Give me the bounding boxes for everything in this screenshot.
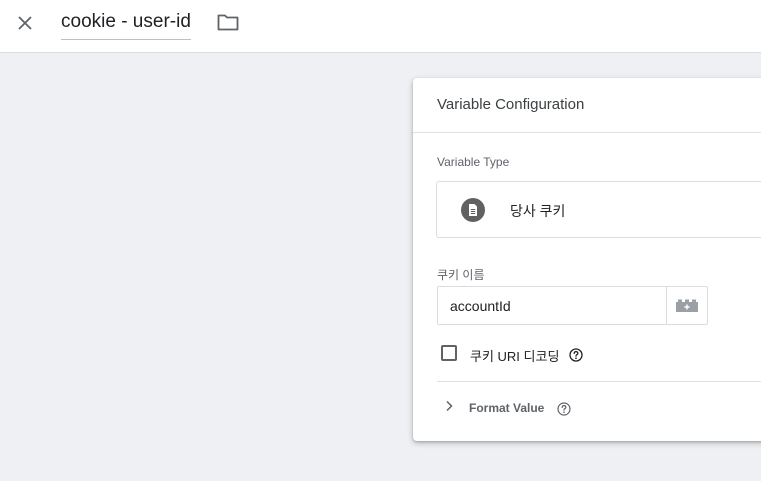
close-button[interactable] — [10, 8, 40, 38]
cookie-name-label: 쿠키 이름 — [437, 268, 485, 282]
variable-picker-button[interactable] — [666, 286, 708, 325]
variable-configuration-panel: Variable Configuration Variable Type 당사 … — [413, 78, 761, 441]
folder-button[interactable] — [216, 10, 240, 34]
format-value-label: Format Value — [469, 401, 545, 415]
variable-type-name: 당사 쿠키 — [510, 203, 566, 219]
uri-decode-checkbox[interactable] — [441, 345, 457, 361]
panel-title: Variable Configuration — [437, 96, 585, 113]
chevron-right-icon — [446, 400, 453, 412]
variable-type-selector[interactable]: 당사 쿠키 — [436, 181, 761, 238]
help-icon[interactable] — [557, 402, 571, 416]
variable-picker-icon — [676, 299, 698, 312]
section-divider — [437, 381, 761, 382]
variable-type-label: Variable Type — [437, 155, 510, 169]
tag-name-field[interactable]: cookie - user-id — [61, 9, 191, 40]
top-bar: cookie - user-id — [0, 0, 761, 53]
document-icon — [461, 198, 485, 222]
folder-icon — [217, 14, 239, 31]
page-title[interactable]: cookie - user-id — [61, 9, 191, 35]
cookie-name-input[interactable] — [437, 286, 667, 325]
panel-header: Variable Configuration — [413, 78, 761, 133]
close-icon — [18, 16, 32, 30]
help-icon[interactable] — [569, 348, 583, 362]
format-value-toggle[interactable]: Format Value — [437, 396, 637, 422]
uri-decode-label[interactable]: 쿠키 URI 디코딩 — [470, 346, 559, 365]
